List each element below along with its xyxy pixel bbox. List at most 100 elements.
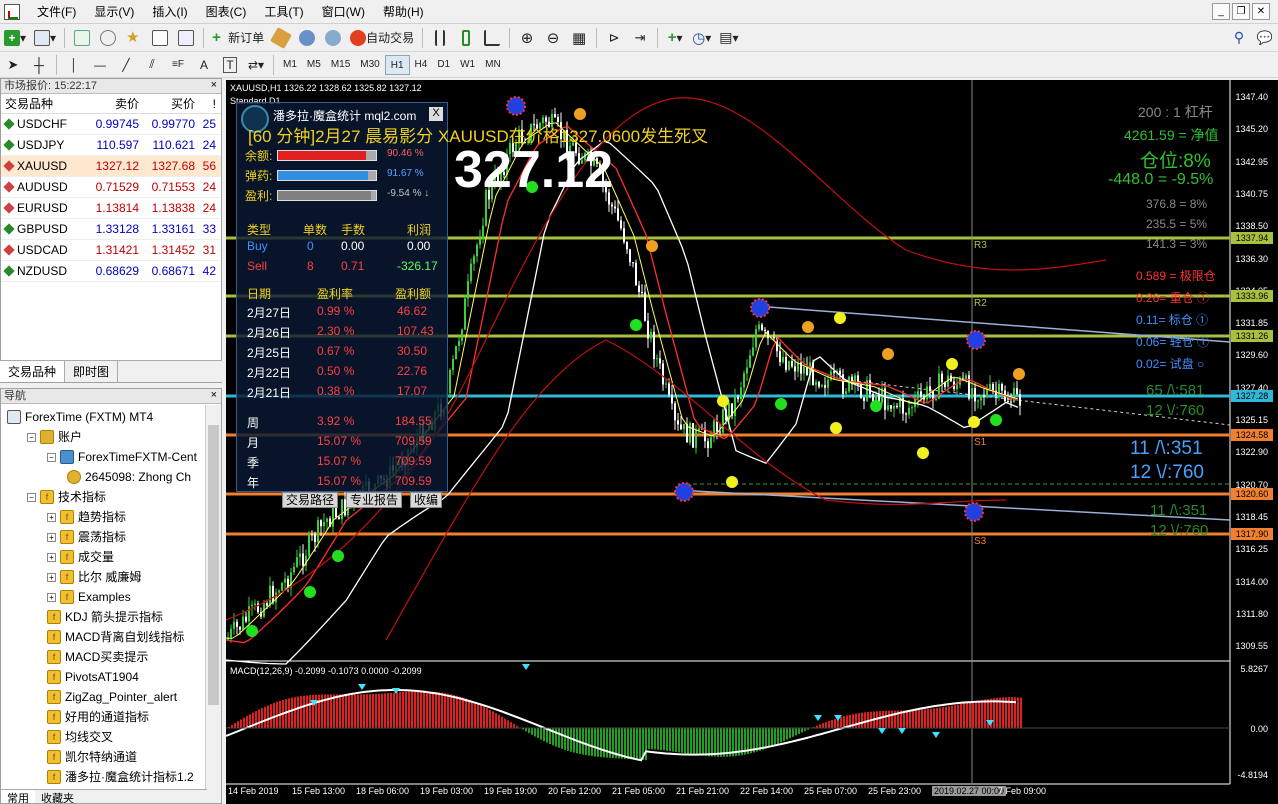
- navigator-item[interactable]: f 均线交叉: [47, 727, 113, 747]
- expand-toggle-icon[interactable]: +: [47, 512, 56, 522]
- menu-view[interactable]: 显示(V): [85, 0, 143, 24]
- horizontal-line-button[interactable]: —: [89, 54, 111, 76]
- search-button[interactable]: ⚲: [1228, 27, 1250, 49]
- timeframe-m1[interactable]: M1: [278, 55, 302, 75]
- cursor-button[interactable]: ➤: [2, 54, 24, 76]
- timeframe-w1[interactable]: W1: [455, 55, 480, 75]
- chart-shift-button[interactable]: ⇥: [629, 27, 651, 49]
- expand-toggle-icon[interactable]: −: [27, 492, 36, 502]
- navigator-item[interactable]: + f 成交量: [47, 547, 114, 567]
- trendline-button[interactable]: ╱: [115, 54, 137, 76]
- profiles-button[interactable]: ▾: [32, 27, 58, 49]
- navigator-item[interactable]: f 好用的通道指标: [47, 707, 149, 727]
- market-watch-row[interactable]: AUDUSD 0.71529 0.71553 24: [1, 177, 221, 198]
- navigator-item[interactable]: f MACD买卖提示: [47, 647, 148, 667]
- navigator-item[interactable]: − ForexTimeFXTM-Cent: [47, 447, 197, 467]
- menu-window[interactable]: 窗口(W): [313, 0, 374, 24]
- navigator-item[interactable]: f KDJ 箭头提示指标: [47, 607, 163, 627]
- pro-report-button[interactable]: 专业报告: [346, 492, 403, 508]
- navigator-item[interactable]: + f 震荡指标: [47, 527, 126, 547]
- expand-toggle-icon[interactable]: +: [47, 572, 56, 582]
- zoom-out-button[interactable]: ⊖: [542, 27, 564, 49]
- restore-icon[interactable]: ❐: [1232, 3, 1250, 20]
- tester-button[interactable]: [175, 27, 197, 49]
- navigator-item[interactable]: + f Examples: [47, 587, 131, 607]
- menu-help[interactable]: 帮助(H): [374, 0, 433, 24]
- navigator-item[interactable]: f 潘多拉·魔盒统计指标1.2: [47, 767, 194, 787]
- navigator-item[interactable]: − 账户: [27, 427, 82, 447]
- text-button[interactable]: A: [193, 54, 215, 76]
- auto-trading-button[interactable]: 自动交易: [348, 27, 416, 49]
- navigator-button[interactable]: ★: [123, 27, 145, 49]
- label-button[interactable]: T: [219, 54, 241, 76]
- expand-toggle-icon[interactable]: +: [47, 552, 56, 562]
- navigator-scroll-thumb[interactable]: [208, 425, 219, 705]
- navigator-item[interactable]: + f 比尔 威廉姆: [47, 567, 141, 587]
- minimize-icon[interactable]: _: [1212, 3, 1230, 20]
- market-watch-row[interactable]: XAUUSD 1327.12 1327.68 56: [1, 156, 221, 177]
- tile-windows-button[interactable]: ▦: [568, 27, 590, 49]
- navigator-close-icon[interactable]: ×: [211, 389, 217, 401]
- timeframe-m5[interactable]: M5: [302, 55, 326, 75]
- fibonacci-button[interactable]: ≡F: [167, 54, 189, 76]
- header-bid[interactable]: 卖价: [83, 94, 139, 113]
- navigator-item[interactable]: f 凯尔特纳通道: [47, 747, 137, 767]
- signals-button[interactable]: [296, 27, 318, 49]
- timeframe-mn[interactable]: MN: [480, 55, 506, 75]
- stats-close-button[interactable]: X: [429, 107, 443, 121]
- periods-button[interactable]: ◷ ▾: [690, 27, 713, 49]
- navigator-item[interactable]: ForexTime (FXTM) MT4: [7, 407, 153, 427]
- navigator-item[interactable]: f MACD背离自划线指标: [47, 627, 184, 647]
- market-watch-close-icon[interactable]: ×: [211, 79, 217, 91]
- header-symbol[interactable]: 交易品种: [1, 94, 83, 113]
- timeframe-h1[interactable]: H1: [384, 54, 410, 75]
- channel-button[interactable]: ⫽: [141, 54, 163, 76]
- navigator-item[interactable]: − f 技术指标: [27, 487, 106, 507]
- templates-button[interactable]: ▤ ▾: [717, 27, 740, 49]
- timeframe-h4[interactable]: H4: [410, 55, 433, 75]
- timeframe-d1[interactable]: D1: [432, 55, 455, 75]
- line-chart-button[interactable]: [481, 27, 503, 49]
- navigator-scrollbar[interactable]: [205, 405, 221, 803]
- menu-insert[interactable]: 插入(I): [143, 0, 196, 24]
- menu-file[interactable]: 文件(F): [28, 0, 85, 24]
- new-order-button[interactable]: + 新订单: [210, 27, 266, 49]
- navigator-item[interactable]: f ZigZag_Pointer_alert: [47, 687, 177, 707]
- candlestick-button[interactable]: [455, 27, 477, 49]
- expand-toggle-icon[interactable]: +: [47, 592, 56, 602]
- zoom-in-button[interactable]: ⊕: [516, 27, 538, 49]
- news-button[interactable]: [322, 27, 344, 49]
- crosshair-button[interactable]: ┼: [28, 54, 50, 76]
- market-watch-row[interactable]: USDCHF 0.99745 0.99770 25: [1, 114, 221, 135]
- timeframe-m15[interactable]: M15: [326, 55, 355, 75]
- collapse-button[interactable]: 收编: [410, 492, 443, 508]
- arrows-button[interactable]: ⇄ ▾: [245, 54, 267, 76]
- market-watch-button[interactable]: [71, 27, 93, 49]
- header-spread[interactable]: !: [195, 94, 219, 113]
- header-ask[interactable]: 买价: [139, 94, 195, 113]
- tab-common[interactable]: 常用: [1, 790, 35, 803]
- expand-toggle-icon[interactable]: −: [27, 432, 36, 442]
- indicators-button[interactable]: + ▾: [664, 27, 686, 49]
- market-watch-row[interactable]: GBPUSD 1.33128 1.33161 33: [1, 219, 221, 240]
- tab-favorites[interactable]: 收藏夹: [35, 790, 80, 803]
- expand-toggle-icon[interactable]: −: [47, 452, 56, 462]
- menu-tools[interactable]: 工具(T): [255, 0, 312, 24]
- bar-chart-button[interactable]: [429, 27, 451, 49]
- market-watch-row[interactable]: NZDUSD 0.68629 0.68671 42: [1, 261, 221, 282]
- expand-toggle-icon[interactable]: +: [47, 532, 56, 542]
- tab-tick-chart[interactable]: 即时图: [65, 361, 119, 382]
- market-watch-row[interactable]: USDJPY 110.597 110.621 24: [1, 135, 221, 156]
- data-window-button[interactable]: [97, 27, 119, 49]
- metaeditor-button[interactable]: [270, 26, 293, 49]
- navigator-item[interactable]: 2645098: Zhong Ch: [67, 467, 191, 487]
- terminal-button[interactable]: [149, 27, 171, 49]
- tab-symbols[interactable]: 交易品种: [0, 361, 66, 382]
- chart-window[interactable]: XAUUSD,H1 1326.22 1328.62 1325.82 1327.1…: [226, 80, 1278, 804]
- auto-scroll-button[interactable]: ⊳: [603, 27, 625, 49]
- navigator-item[interactable]: + f 趋势指标: [47, 507, 126, 527]
- new-chart-button[interactable]: + ▾: [2, 27, 28, 49]
- vertical-line-button[interactable]: │: [63, 54, 85, 76]
- trade-path-button[interactable]: 交易路径: [282, 492, 339, 508]
- market-watch-row[interactable]: EURUSD 1.13814 1.13838 24: [1, 198, 221, 219]
